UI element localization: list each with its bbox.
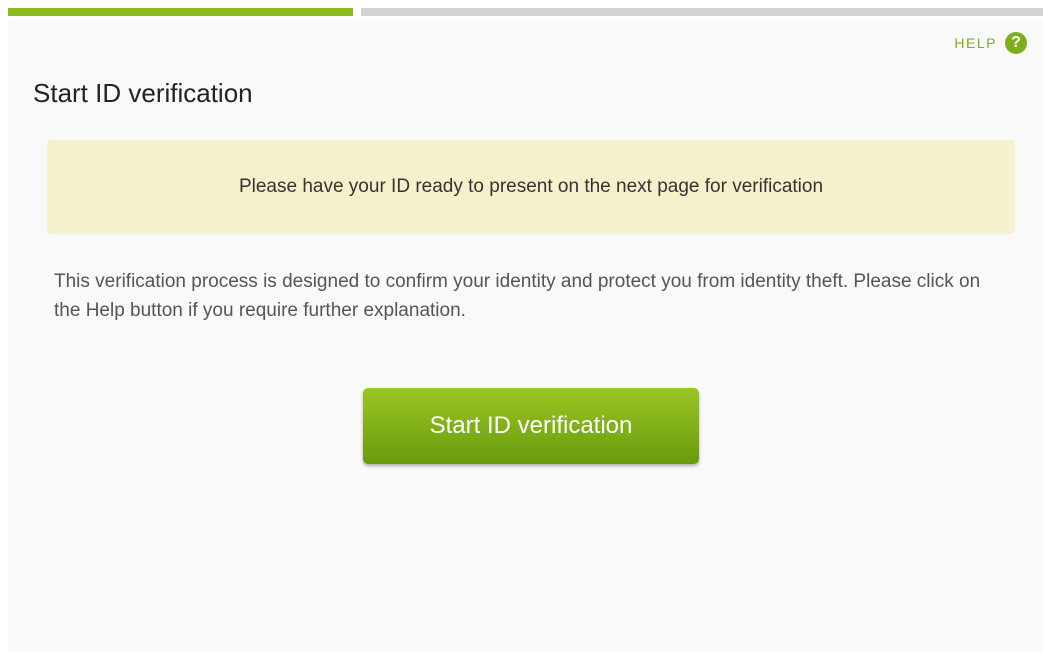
notice-banner: Please have your ID ready to present on … xyxy=(47,140,1015,234)
progress-divider xyxy=(353,8,361,16)
progress-fill xyxy=(8,8,353,16)
progress-bar xyxy=(8,8,1043,16)
notice-text: Please have your ID ready to present on … xyxy=(238,176,824,197)
help-label: HELP xyxy=(954,35,997,51)
help-link[interactable]: HELP ? xyxy=(954,32,1027,54)
question-circle-icon[interactable]: ? xyxy=(1005,32,1027,54)
start-id-verification-button[interactable]: Start ID verification xyxy=(363,388,699,464)
content-panel: HELP ? Start ID verification Please have… xyxy=(8,20,1043,652)
page-title: Start ID verification xyxy=(33,78,253,108)
description-text: This verification process is designed to… xyxy=(54,271,981,321)
verification-page: HELP ? Start ID verification Please have… xyxy=(0,0,1043,652)
